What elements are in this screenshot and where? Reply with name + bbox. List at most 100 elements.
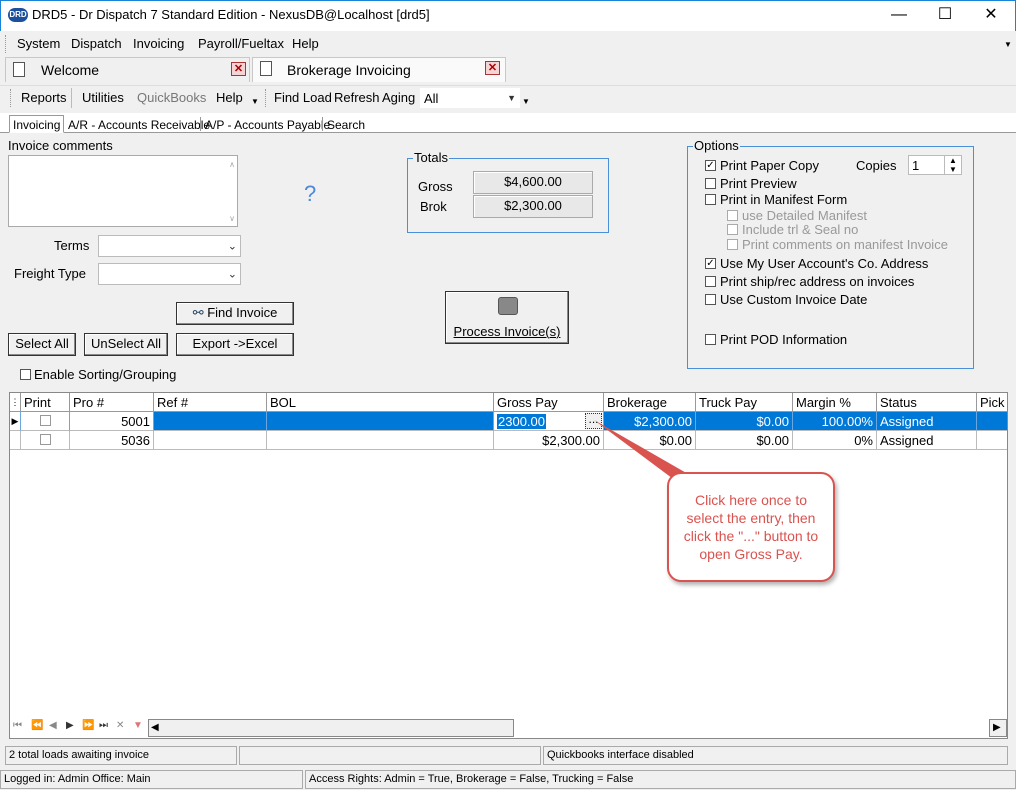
col-header-print[interactable]: Print xyxy=(21,393,70,412)
use-co-address-checkbox[interactable]: ✓ xyxy=(705,258,716,269)
find-invoice-button[interactable]: ⚯ Find Invoice xyxy=(176,302,294,325)
nav-cancel-icon[interactable]: ✕ xyxy=(116,720,124,731)
nav-prev-icon[interactable]: ◀ xyxy=(49,720,57,731)
row-margin-cell[interactable]: 0% xyxy=(793,431,877,450)
col-header-pick[interactable]: Pick xyxy=(977,393,1007,412)
row-bol-cell[interactable] xyxy=(267,431,494,450)
print-pod-checkbox[interactable] xyxy=(705,334,716,345)
horizontal-scrollbar[interactable]: ◀ xyxy=(148,719,514,737)
copies-spinner[interactable]: 1 ▲ ▼ xyxy=(908,155,962,175)
row-print-cell[interactable] xyxy=(21,431,70,450)
nav-next-icon[interactable]: ▶ xyxy=(66,720,74,731)
row-pro-cell[interactable]: 5001 xyxy=(70,412,154,431)
column-chooser-icon[interactable]: ⋮ xyxy=(10,393,21,412)
row-ref-cell[interactable] xyxy=(154,412,267,431)
nav-next-page-icon[interactable]: ⏩ xyxy=(82,720,94,731)
nav-last-icon[interactable]: ⏭ xyxy=(99,720,108,731)
utilities-button[interactable]: Utilities xyxy=(82,90,124,105)
row-pro-cell[interactable]: 5036 xyxy=(70,431,154,450)
col-header-margin[interactable]: Margin % xyxy=(793,393,877,412)
tab-welcome[interactable]: Welcome ✕ xyxy=(5,57,250,82)
row-pick-cell[interactable] xyxy=(977,412,1007,431)
minimize-button[interactable]: — xyxy=(876,0,922,30)
find-load-button[interactable]: Find Load xyxy=(274,90,332,105)
print-manifest-label: Print in Manifest Form xyxy=(720,192,848,207)
help-button[interactable]: Help xyxy=(216,90,243,105)
scroll-right-button[interactable]: ▶ xyxy=(989,719,1007,737)
enable-sorting-checkbox[interactable] xyxy=(20,369,31,380)
toolbar-overflow-icon[interactable]: ▼ xyxy=(522,97,530,106)
custom-invoice-date-label: Use Custom Invoice Date xyxy=(720,292,868,307)
tab-accounts-payable[interactable]: A/P - Accounts Payable xyxy=(201,115,334,133)
menu-system[interactable]: System xyxy=(17,36,60,51)
menu-dispatch[interactable]: Dispatch xyxy=(71,36,122,51)
menu-overflow-icon[interactable]: ▼ xyxy=(1004,40,1012,49)
tab-invoicing[interactable]: Invoicing xyxy=(9,115,65,133)
aging-select[interactable]: All ▼ xyxy=(420,88,520,108)
row-ref-cell[interactable] xyxy=(154,431,267,450)
row-bol-cell[interactable] xyxy=(267,412,494,431)
tab-search[interactable]: Search xyxy=(323,115,369,133)
chevron-down-icon: ⌄ xyxy=(227,240,237,253)
filter-icon[interactable]: ▼ xyxy=(133,720,143,731)
row-status-cell[interactable]: Assigned xyxy=(877,431,977,450)
gross-pay-editor[interactable]: 2300.00 xyxy=(497,414,546,429)
freight-type-select[interactable]: ⌄ xyxy=(98,263,241,285)
refresh-button[interactable]: Refresh xyxy=(334,90,380,105)
col-header-ref[interactable]: Ref # xyxy=(154,393,267,412)
menu-invoicing[interactable]: Invoicing xyxy=(133,36,184,51)
app-logo-icon: DRD xyxy=(8,8,28,22)
nav-first-icon[interactable]: ⏮ xyxy=(13,720,22,731)
menu-payroll-fueltax[interactable]: Payroll/Fueltax xyxy=(198,36,284,51)
invoice-comments-textarea[interactable]: ∧ ∨ xyxy=(8,155,238,227)
close-tab-icon[interactable]: ✕ xyxy=(485,61,500,75)
row-pick-cell[interactable] xyxy=(977,431,1007,450)
toolbar-separator xyxy=(71,88,72,108)
col-header-status[interactable]: Status xyxy=(877,393,977,412)
process-invoices-button[interactable]: Process Invoice(s) xyxy=(445,291,569,344)
freight-type-label: Freight Type xyxy=(14,266,87,281)
print-preview-checkbox[interactable] xyxy=(705,178,716,189)
process-invoices-label: Process Invoice(s) xyxy=(453,324,561,339)
export-excel-button[interactable]: Export ->Excel xyxy=(176,333,294,356)
custom-invoice-date-checkbox[interactable] xyxy=(705,294,716,305)
nav-prev-page-icon[interactable]: ⏪ xyxy=(31,720,43,731)
col-header-pro[interactable]: Pro # xyxy=(70,393,154,412)
terms-select[interactable]: ⌄ xyxy=(98,235,241,257)
use-co-address-label: Use My User Account's Co. Address xyxy=(720,256,929,271)
print-manifest-checkbox[interactable] xyxy=(705,194,716,205)
invoice-comments-label: Invoice comments xyxy=(8,138,113,153)
menu-help[interactable]: Help xyxy=(292,36,319,51)
quickbooks-button[interactable]: QuickBooks xyxy=(137,90,206,105)
scroll-right-icon: ▶ xyxy=(993,722,1001,733)
close-tab-icon[interactable]: ✕ xyxy=(231,62,246,76)
row-print-cell[interactable] xyxy=(21,412,70,431)
brok-total-value: $2,300.00 xyxy=(473,195,593,218)
aging-label: Aging xyxy=(382,90,416,105)
instruction-callout: Click here once to select the entry, the… xyxy=(667,472,835,582)
col-header-bol[interactable]: BOL xyxy=(267,393,494,412)
close-window-button[interactable]: ✕ xyxy=(968,0,1014,30)
print-ship-rec-checkbox[interactable] xyxy=(705,276,716,287)
select-all-button[interactable]: Select All xyxy=(8,333,76,356)
row-indicator xyxy=(10,431,21,450)
print-pod-label: Print POD Information xyxy=(720,332,848,347)
spinner-arrows-icon[interactable]: ▲ ▼ xyxy=(944,156,961,174)
include-trl-seal-checkbox xyxy=(727,224,738,235)
status-access-rights: Access Rights: Admin = True, Brokerage =… xyxy=(305,770,1016,789)
toolbar-overflow-icon[interactable]: ▼ xyxy=(251,97,259,106)
row-print-checkbox[interactable] xyxy=(40,415,51,426)
totals-legend: Totals xyxy=(413,150,449,165)
tab-accounts-receivable[interactable]: A/R - Accounts Receivable xyxy=(64,115,214,133)
toolbar-grip xyxy=(10,89,13,107)
unselect-all-button[interactable]: UnSelect All xyxy=(84,333,168,356)
row-margin-cell[interactable]: 100.00% xyxy=(793,412,877,431)
maximize-button[interactable]: ☐ xyxy=(922,0,968,30)
tab-brokerage-invoicing[interactable]: Brokerage Invoicing ✕ xyxy=(252,57,506,82)
print-paper-copy-checkbox[interactable]: ✓ xyxy=(705,160,716,171)
reports-button[interactable]: Reports xyxy=(21,90,67,105)
scroll-left-icon[interactable]: ◀ xyxy=(151,722,159,733)
help-question-icon[interactable]: ? xyxy=(304,181,316,207)
row-status-cell[interactable]: Assigned xyxy=(877,412,977,431)
row-print-checkbox[interactable] xyxy=(40,434,51,445)
